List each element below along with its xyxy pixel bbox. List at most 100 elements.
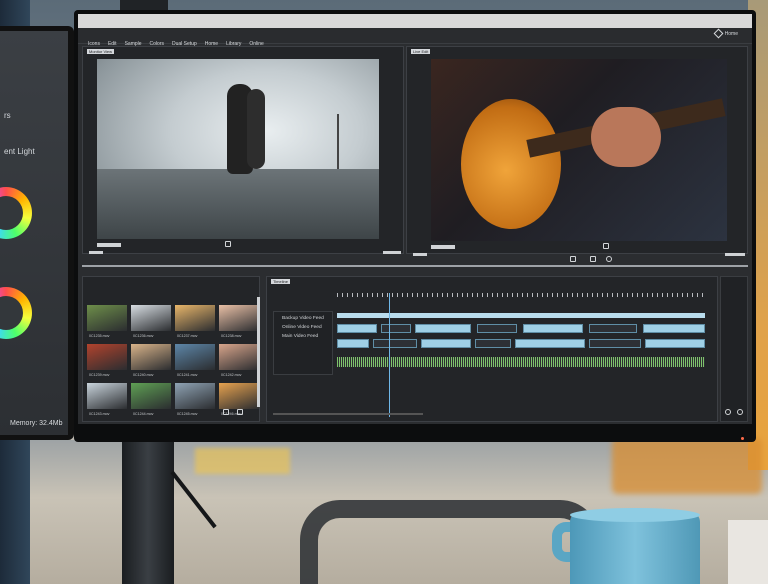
scrub-start[interactable]	[89, 251, 103, 254]
tool-panel	[720, 276, 748, 422]
video-clip[interactable]	[643, 324, 705, 333]
settings-icon[interactable]	[237, 409, 243, 415]
left-monitor-screen: rs ent Light Memory: 32.4Mb	[0, 31, 68, 435]
media-thumbnail[interactable]: 0C1243.mov	[87, 383, 127, 416]
source-video[interactable]	[97, 59, 379, 239]
zoom-in-icon[interactable]	[737, 409, 743, 415]
source-monitor-panel: Monitor View	[82, 46, 404, 254]
timeline-scrollbar[interactable]	[273, 413, 423, 415]
program-monitor-panel: Live Edit	[406, 46, 748, 256]
media-thumbnail[interactable]: 0C1245.mov	[175, 383, 215, 416]
video-tripod	[337, 114, 339, 169]
color-wheel-2[interactable]	[0, 287, 32, 339]
track-headers: Backup Video Feed Online Video Feed Main…	[273, 311, 333, 375]
media-thumbnail[interactable]: 0C1237.mov	[175, 305, 215, 338]
zoom-out-icon[interactable]	[725, 409, 731, 415]
timeline-panel: Timeline Backup Video Feed Online Video …	[266, 276, 718, 422]
list-view-icon[interactable]	[223, 409, 229, 415]
left-monitor-label: ent Light	[4, 147, 35, 156]
clip-backup-feed[interactable]	[337, 313, 705, 318]
video-clip[interactable]	[515, 339, 585, 348]
prev-icon[interactable]	[570, 256, 576, 262]
panel-tag: Live Edit	[411, 49, 431, 54]
video-clip[interactable]	[589, 324, 637, 333]
video-hand	[591, 107, 661, 167]
media-thumbnail[interactable]: 0C1246.mov	[219, 383, 259, 416]
video-clip[interactable]	[523, 324, 583, 333]
media-bin-scrollbar[interactable]	[257, 297, 260, 407]
video-clip[interactable]	[381, 324, 411, 333]
video-clip[interactable]	[415, 324, 471, 333]
power-led	[741, 437, 744, 440]
background-yellow-object	[195, 448, 290, 474]
play-icon[interactable]	[590, 256, 596, 262]
video-clip[interactable]	[373, 339, 417, 348]
video-clip[interactable]	[421, 339, 471, 348]
video-clip[interactable]	[337, 339, 369, 348]
mug-rim	[570, 508, 700, 522]
media-thumbnail[interactable]: 0C1242.mov	[219, 344, 259, 377]
source-timecode	[97, 243, 121, 247]
video-dancer-partner	[247, 89, 265, 169]
scrub-end[interactable]	[383, 251, 401, 254]
mark-icon[interactable]	[603, 243, 609, 249]
media-thumbnail[interactable]: 0C1236.mov	[131, 305, 171, 338]
title-strip	[78, 14, 752, 28]
menu-bar: Icons Edit Sample Colors Dual Setup Home…	[78, 14, 752, 47]
panel-divider	[82, 265, 748, 267]
video-clip[interactable]	[589, 339, 641, 348]
media-filename: 0C1239.mov	[89, 373, 110, 377]
audio-waveform[interactable]	[337, 357, 705, 367]
camera-icon[interactable]	[225, 241, 231, 247]
home-button[interactable]: Home	[713, 28, 738, 39]
video-clip[interactable]	[477, 324, 517, 333]
memory-readout: Memory: 32.4Mb	[10, 420, 63, 427]
program-timecode	[431, 245, 455, 249]
media-thumbnail[interactable]: 0C1238.mov	[219, 305, 259, 338]
media-thumbnail[interactable]: 0C1240.mov	[131, 344, 171, 377]
white-cup	[728, 520, 768, 584]
media-filename: 0C1236.mov	[133, 334, 154, 338]
video-clip[interactable]	[645, 339, 705, 348]
media-filename: 0C1241.mov	[177, 373, 198, 377]
playhead[interactable]	[389, 293, 390, 417]
video-guitar-body	[461, 99, 561, 229]
background-orange-object	[612, 438, 762, 494]
media-thumbnail[interactable]: 0C1239.mov	[87, 344, 127, 377]
left-monitor-label: rs	[4, 111, 11, 120]
video-clip[interactable]	[337, 324, 377, 333]
track-label-backup: Backup Video Feed	[282, 316, 324, 321]
media-filename: 0C1235.mov	[89, 334, 110, 338]
home-button-label: Home	[724, 30, 738, 37]
media-thumbnail[interactable]: 0C1241.mov	[175, 344, 215, 377]
track-label-main: Main Video Feed	[282, 334, 319, 339]
blue-mug	[570, 512, 700, 584]
media-filename: 0C1244.mov	[133, 412, 154, 416]
video-clip[interactable]	[475, 339, 511, 348]
panel-tag: Timeline	[271, 279, 290, 284]
media-filename: 0C1245.mov	[177, 412, 198, 416]
media-filename: 0C1237.mov	[177, 334, 198, 338]
media-bin-panel: 0C1235.mov 0C1236.mov 0C1237.mov 0C1238.mov…	[82, 276, 260, 422]
editor-screen: Icons Edit Sample Colors Dual Setup Home…	[78, 14, 752, 424]
media-filename: 0C1238.mov	[221, 334, 242, 338]
monitor-stand	[122, 436, 174, 584]
left-monitor: rs ent Light Memory: 32.4Mb	[0, 26, 74, 440]
media-thumbnail[interactable]: 0C1235.mov	[87, 305, 127, 338]
panel-tag: Monitor View	[87, 49, 115, 54]
timeline-ruler[interactable]	[337, 293, 705, 297]
media-filename: 0C1240.mov	[133, 373, 154, 377]
stop-icon[interactable]	[606, 256, 612, 262]
media-thumbnail[interactable]: 0C1244.mov	[131, 383, 171, 416]
media-grid: 0C1235.mov 0C1236.mov 0C1237.mov 0C1238.mov…	[87, 305, 259, 416]
program-video[interactable]	[431, 59, 727, 241]
scrub-end[interactable]	[725, 253, 745, 256]
media-filename: 0C1242.mov	[221, 373, 242, 377]
main-monitor: Icons Edit Sample Colors Dual Setup Home…	[74, 10, 756, 442]
video-floor	[97, 169, 379, 239]
home-icon	[713, 28, 724, 39]
color-wheel-1[interactable]	[0, 187, 32, 239]
track-label-online: Online Video Feed	[282, 325, 322, 330]
scrub-start[interactable]	[413, 253, 427, 256]
media-filename: 0C1243.mov	[89, 412, 110, 416]
